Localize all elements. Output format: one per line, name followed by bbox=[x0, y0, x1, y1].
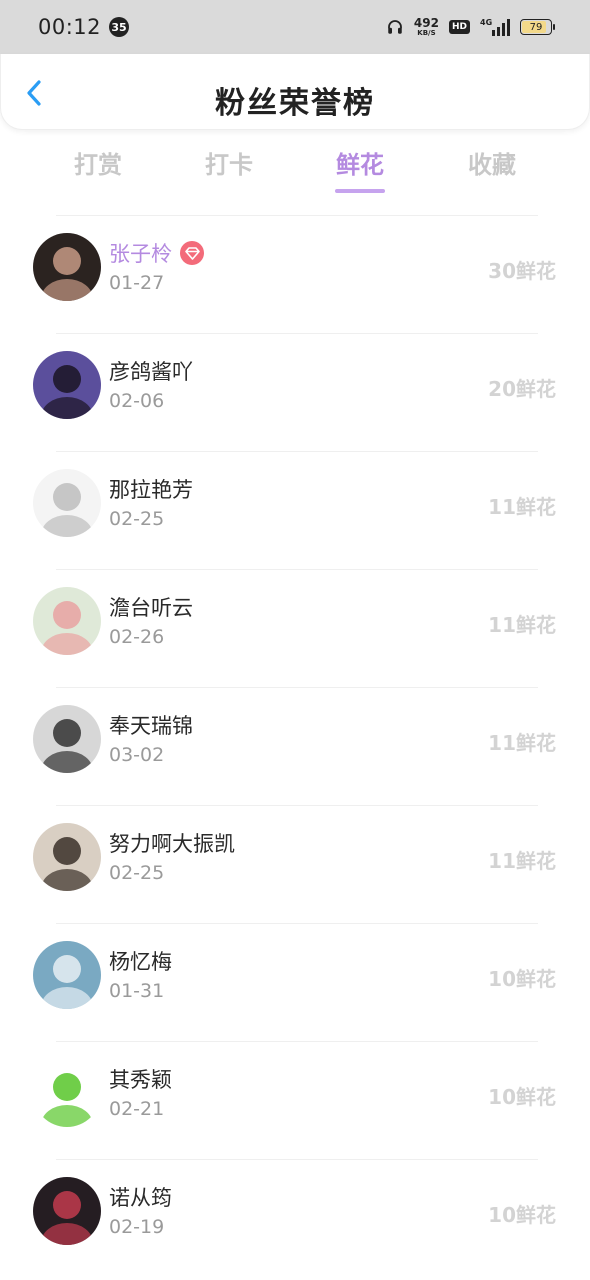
name-line: 奉天瑞锦 bbox=[109, 710, 193, 740]
avatar[interactable] bbox=[33, 351, 101, 419]
net-speed-value: 492 bbox=[413, 16, 439, 30]
fan-list-item[interactable]: 澹台听云 02-26 11鲜花 bbox=[0, 569, 590, 687]
fan-list-item[interactable]: 杨忆梅 01-31 10鲜花 bbox=[0, 923, 590, 1041]
flower-count: 10鲜花 bbox=[488, 1085, 556, 1109]
notification-count-badge: 35 bbox=[109, 17, 130, 37]
row-divider bbox=[56, 805, 538, 806]
flower-count: 20鲜花 bbox=[488, 377, 556, 401]
avatar[interactable] bbox=[33, 705, 101, 773]
avatar-image bbox=[33, 1177, 101, 1245]
avatar-image bbox=[33, 469, 101, 537]
flower-count: 11鲜花 bbox=[488, 495, 556, 519]
fan-list-item[interactable]: 张子柃 01-27 30鲜花 bbox=[0, 215, 590, 333]
flower-count: 11鲜花 bbox=[488, 731, 556, 755]
avatar[interactable] bbox=[33, 587, 101, 655]
avatar[interactable] bbox=[33, 233, 101, 301]
avatar-image bbox=[33, 587, 101, 655]
net-speed: 492 KB/S bbox=[414, 17, 439, 37]
name-line: 杨忆梅 bbox=[109, 946, 172, 976]
row-divider bbox=[56, 451, 538, 452]
fan-list-item[interactable]: 其秀颖 02-21 10鲜花 bbox=[0, 1041, 590, 1159]
tab-flowers[interactable]: 鲜花 bbox=[305, 145, 415, 193]
fan-date: 01-31 bbox=[109, 980, 165, 1002]
user-name[interactable]: 诺从筠 bbox=[109, 1182, 172, 1212]
name-line: 张子柃 bbox=[109, 238, 204, 268]
flower-count: 30鲜花 bbox=[488, 259, 556, 283]
name-line: 其秀颖 bbox=[109, 1064, 172, 1094]
tab-reward[interactable]: 打赏 bbox=[43, 145, 153, 180]
flower-count: 11鲜花 bbox=[488, 613, 556, 637]
row-divider bbox=[56, 215, 538, 216]
battery-icon: 79 bbox=[520, 19, 555, 35]
active-tab-indicator bbox=[335, 189, 385, 193]
flower-count: 10鲜花 bbox=[488, 967, 556, 991]
row-divider bbox=[56, 569, 538, 570]
headset-icon bbox=[388, 20, 402, 34]
avatar-image bbox=[33, 351, 101, 419]
cellular-signal-icon: 4G bbox=[480, 18, 510, 36]
user-name[interactable]: 彦鸽酱吖 bbox=[109, 356, 193, 386]
status-time: 00:12 bbox=[38, 15, 102, 39]
tab-bar: 打赏 打卡 鲜花 收藏 bbox=[0, 145, 590, 201]
fan-date: 02-06 bbox=[109, 390, 165, 412]
flower-count: 11鲜花 bbox=[488, 849, 556, 873]
avatar-image bbox=[33, 705, 101, 773]
user-name[interactable]: 澹台听云 bbox=[109, 592, 193, 622]
fan-date: 02-25 bbox=[109, 508, 165, 530]
tab-flowers-label: 鲜花 bbox=[336, 151, 384, 179]
avatar[interactable] bbox=[33, 941, 101, 1009]
name-line: 诺从筠 bbox=[109, 1182, 172, 1212]
fan-list-item[interactable]: 彦鸽酱吖 02-06 20鲜花 bbox=[0, 333, 590, 451]
fan-list-item[interactable]: 努力啊大振凯 02-25 11鲜花 bbox=[0, 805, 590, 923]
tab-checkin[interactable]: 打卡 bbox=[174, 145, 284, 180]
fan-date: 02-21 bbox=[109, 1098, 165, 1120]
fan-date: 01-27 bbox=[109, 272, 165, 294]
net-speed-unit: KB/S bbox=[417, 29, 436, 37]
fan-list-item[interactable]: 那拉艳芳 02-25 11鲜花 bbox=[0, 451, 590, 569]
name-line: 努力啊大振凯 bbox=[109, 828, 235, 858]
name-line: 澹台听云 bbox=[109, 592, 193, 622]
name-line: 彦鸽酱吖 bbox=[109, 356, 193, 386]
avatar-image bbox=[33, 233, 101, 301]
tab-favorites-label: 收藏 bbox=[468, 151, 516, 179]
avatar-image bbox=[33, 941, 101, 1009]
flower-count: 10鲜花 bbox=[488, 1203, 556, 1227]
avatar[interactable] bbox=[33, 1059, 101, 1127]
fan-date: 03-02 bbox=[109, 744, 165, 766]
user-name[interactable]: 奉天瑞锦 bbox=[109, 710, 193, 740]
avatar[interactable] bbox=[33, 1177, 101, 1245]
row-divider bbox=[56, 1041, 538, 1042]
tab-checkin-label: 打卡 bbox=[205, 151, 253, 179]
user-name[interactable]: 张子柃 bbox=[109, 238, 172, 268]
network-type-label: 4G bbox=[480, 18, 493, 27]
page-title: 粉丝荣誉榜 bbox=[215, 86, 375, 121]
user-name[interactable]: 努力啊大振凯 bbox=[109, 828, 235, 858]
diamond-icon bbox=[180, 241, 204, 265]
status-icons: 492 KB/S HD 4G 79 bbox=[386, 17, 555, 37]
tab-favorites[interactable]: 收藏 bbox=[437, 145, 547, 180]
fan-date: 02-26 bbox=[109, 626, 165, 648]
name-line: 那拉艳芳 bbox=[109, 474, 193, 504]
avatar-image bbox=[33, 823, 101, 891]
fan-list-item[interactable]: 诺从筠 02-19 10鲜花 bbox=[0, 1159, 590, 1277]
row-divider bbox=[56, 1159, 538, 1160]
user-name[interactable]: 杨忆梅 bbox=[109, 946, 172, 976]
fan-list: 张子柃 01-27 30鲜花 彦鸽酱吖 02-06 20鲜花 那拉艳芳 02-2… bbox=[0, 215, 590, 1277]
row-divider bbox=[56, 687, 538, 688]
battery-level: 79 bbox=[529, 21, 543, 33]
avatar[interactable] bbox=[33, 823, 101, 891]
user-name[interactable]: 那拉艳芳 bbox=[109, 474, 193, 504]
fan-list-item[interactable]: 奉天瑞锦 03-02 11鲜花 bbox=[0, 687, 590, 805]
row-divider bbox=[56, 333, 538, 334]
hd-icon: HD bbox=[448, 20, 470, 34]
avatar-image bbox=[33, 1059, 101, 1127]
app-header: 粉丝荣誉榜 bbox=[0, 54, 590, 130]
avatar[interactable] bbox=[33, 469, 101, 537]
row-divider bbox=[56, 923, 538, 924]
user-name[interactable]: 其秀颖 bbox=[109, 1064, 172, 1094]
fan-date: 02-25 bbox=[109, 862, 165, 884]
fan-date: 02-19 bbox=[109, 1216, 165, 1238]
status-bar: 00:12 35 492 KB/S HD 4G 79 bbox=[0, 0, 590, 54]
tab-reward-label: 打赏 bbox=[74, 151, 122, 179]
